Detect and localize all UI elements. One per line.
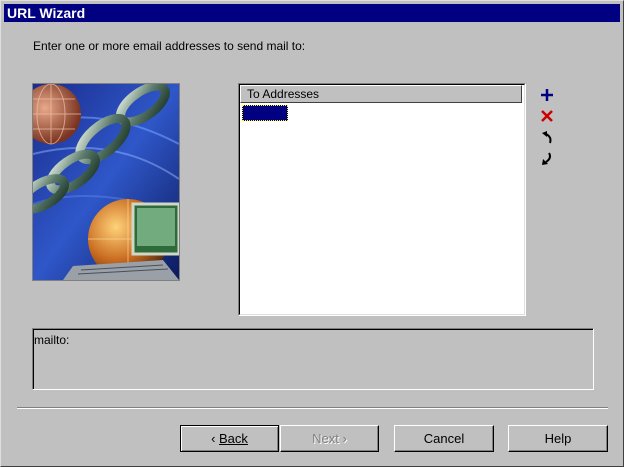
move-up-arrow-icon xyxy=(542,131,552,144)
next-button-label: Next › xyxy=(312,431,347,446)
wizard-illustration xyxy=(32,83,180,281)
url-wizard-window: URL Wizard Enter one or more email addre… xyxy=(0,0,624,467)
mailto-preview: mailto: xyxy=(32,328,594,390)
mailto-text: mailto: xyxy=(34,333,70,347)
back-button[interactable]: ‹ Back xyxy=(180,425,279,452)
next-button[interactable]: Next › xyxy=(280,425,379,452)
title-bar[interactable]: URL Wizard xyxy=(4,4,620,22)
mailto-frame xyxy=(33,329,593,389)
delete-x-icon xyxy=(541,110,553,122)
button-separator xyxy=(17,407,608,409)
move-down-arrow-icon xyxy=(542,152,551,165)
plus-icon xyxy=(541,89,553,101)
back-label: Back xyxy=(219,431,248,446)
back-arrow-icon: ‹ xyxy=(211,431,220,446)
window-title: URL Wizard xyxy=(7,5,86,21)
instructions-text: Enter one or more email addresses to sen… xyxy=(33,39,306,53)
cancel-button-label: Cancel xyxy=(423,431,465,446)
delete-address-button[interactable] xyxy=(538,107,556,125)
selected-address-row[interactable] xyxy=(242,105,288,121)
back-button-label: ‹ Back xyxy=(211,431,248,446)
to-addresses-list[interactable]: To Addresses xyxy=(238,83,526,316)
help-button-label: Help xyxy=(544,431,572,446)
column-header-label: To Addresses xyxy=(247,87,320,101)
column-header-to-addresses[interactable]: To Addresses xyxy=(240,85,522,103)
add-address-button[interactable] xyxy=(538,86,556,104)
help-button[interactable]: Help xyxy=(508,425,608,452)
move-down-button[interactable] xyxy=(538,150,556,168)
move-up-button[interactable] xyxy=(538,128,556,146)
cancel-button[interactable]: Cancel xyxy=(394,425,494,452)
